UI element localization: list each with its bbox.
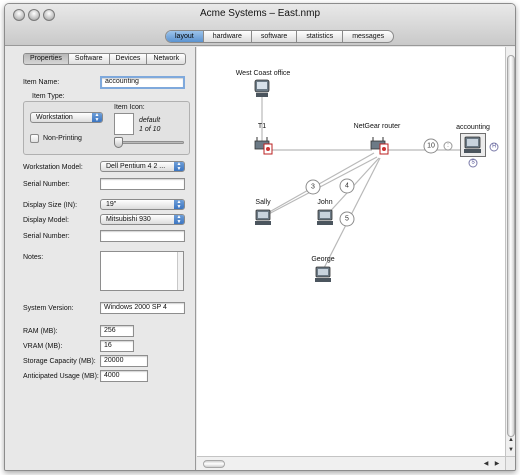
node-label-west-coast-office: West Coast office	[235, 70, 291, 77]
system-version-field[interactable]: Windows 2000 SP 4	[100, 302, 185, 314]
item-type-label: Item Type:	[32, 93, 65, 100]
window-title: Acme Systems – East.nmp	[199, 8, 321, 19]
workstation-model-popup[interactable]: Dell Pentium 4 2 ... ▲ ▼	[100, 161, 185, 172]
ram-field[interactable]: 256	[100, 325, 134, 337]
display-size-label: Display Size (IN):	[23, 202, 78, 209]
ram-label: RAM (MB):	[23, 328, 58, 335]
display-model-popup[interactable]: Mitsubishi 930 ▲ ▼	[100, 214, 185, 225]
display-serial-number-field[interactable]	[100, 230, 185, 242]
item-type-value: Workstation	[36, 114, 73, 121]
view-segmented-control: layout hardware software statistics mess…	[165, 30, 395, 43]
scroll-right-arrow-icon[interactable]: ▶	[492, 459, 502, 469]
link-badge-4[interactable]: 4	[339, 178, 355, 194]
workstation-icon	[464, 136, 481, 153]
display-size-popup[interactable]: 19" ▲ ▼	[100, 199, 185, 210]
notes-textarea[interactable]	[100, 251, 184, 291]
workstation-icon[interactable]	[316, 209, 334, 226]
link-badge-10[interactable]: 10	[423, 138, 439, 154]
inspector-tab-properties[interactable]: Properties	[24, 54, 69, 64]
workstation-model-label: Workstation Model:	[23, 164, 83, 171]
node-label-netgear-router: NetGear router	[353, 123, 401, 130]
item-icon-status: default	[139, 117, 161, 124]
non-printing-label: Non-Printing	[43, 135, 82, 142]
tab-messages[interactable]: messages	[343, 31, 393, 42]
icon-slider-knob[interactable]	[114, 137, 123, 148]
horizontal-scroll-thumb[interactable]	[203, 460, 225, 468]
router-icon[interactable]	[253, 135, 275, 155]
marker-h-icon[interactable]: H	[489, 142, 499, 152]
tab-statistics[interactable]: statistics	[297, 31, 344, 42]
popup-arrows-icon: ▲ ▼	[174, 200, 184, 209]
item-icon-well[interactable]	[114, 113, 134, 135]
workstation-model-value: Dell Pentium 4 2 ...	[106, 163, 166, 170]
vertical-scroll-thumb[interactable]	[507, 55, 515, 437]
node-label-john: John	[317, 199, 333, 206]
icon-slider-track[interactable]	[116, 141, 184, 144]
resize-grip-icon[interactable]	[505, 456, 515, 470]
display-size-value: 19"	[106, 201, 117, 208]
selected-node-frame[interactable]	[460, 133, 486, 157]
item-icon-count: 1 of 10	[139, 126, 161, 133]
item-name-field[interactable]: accounting	[100, 76, 185, 89]
node-label-accounting: accounting	[456, 124, 490, 131]
item-type-group: Workstation ▲ ▼ Item Icon: default 1 of 1…	[23, 101, 190, 155]
inspector-tab-devices[interactable]: Devices	[110, 54, 148, 64]
node-label-sally: Sally	[255, 199, 271, 206]
tab-layout[interactable]: layout	[166, 31, 204, 42]
system-version-label: System Version:	[23, 305, 74, 312]
storage-capacity-label: Storage Capacity (MB):	[23, 358, 96, 365]
inspector-tab-network[interactable]: Network	[147, 54, 185, 64]
display-model-value: Mitsubishi 930	[106, 216, 151, 223]
vertical-scrollbar[interactable]: ▲ ▼	[505, 47, 515, 456]
display-model-label: Display Model:	[23, 217, 69, 224]
anticipated-usage-field[interactable]: 4000	[100, 370, 148, 382]
workstation-icon[interactable]	[254, 209, 272, 226]
popup-arrows-icon: ▲ ▼	[92, 113, 102, 122]
scroll-up-arrow-icon[interactable]: ▲	[506, 435, 515, 445]
network-map-canvas[interactable]: West Coast office T1 NetGear router 10 :…	[197, 47, 505, 456]
marker-s-icon[interactable]: S	[468, 158, 478, 168]
scroll-left-arrow-icon[interactable]: ◀	[481, 459, 491, 469]
storage-capacity-field[interactable]: 20000	[100, 355, 148, 367]
router-icon[interactable]	[369, 135, 391, 155]
node-label-george: George	[311, 256, 335, 263]
inspector-tabs: Properties Software Devices Network	[23, 53, 187, 65]
item-type-popup[interactable]: Workstation ▲ ▼	[30, 112, 103, 123]
popup-arrows-icon: ▲ ▼	[174, 162, 184, 171]
notes-scrollbar[interactable]	[177, 252, 183, 290]
vram-field[interactable]: 16	[100, 340, 134, 352]
tab-hardware[interactable]: hardware	[204, 31, 252, 42]
inspector-tab-software[interactable]: Software	[69, 54, 110, 64]
horizontal-scrollbar[interactable]: ◀ ▶	[197, 456, 505, 470]
scroll-down-arrow-icon[interactable]: ▼	[506, 445, 515, 455]
node-label-t1: T1	[257, 123, 267, 130]
non-printing-checkbox[interactable]	[30, 134, 39, 143]
link-badge-5[interactable]: 5	[339, 211, 355, 227]
title-bar: Acme Systems – East.nmp layout hardware …	[5, 4, 515, 46]
serial-number-field[interactable]	[100, 178, 185, 190]
app-window: Acme Systems – East.nmp layout hardware …	[4, 3, 516, 471]
tab-software[interactable]: software	[252, 31, 298, 42]
item-name-label: Item Name:	[23, 79, 60, 86]
serial-number-label: Serial Number:	[23, 181, 70, 188]
vram-label: VRAM (MB):	[23, 343, 63, 350]
item-icon-label: Item Icon:	[114, 104, 145, 111]
notes-label: Notes:	[23, 254, 44, 261]
inspector-panel: Properties Software Devices Network Item…	[5, 47, 196, 470]
link-port-icon: ::	[443, 141, 453, 151]
popup-arrows-icon: ▲ ▼	[174, 215, 184, 224]
workstation-icon[interactable]	[314, 266, 332, 283]
link-lines	[261, 95, 462, 273]
server-icon[interactable]	[254, 79, 270, 99]
link-badge-3[interactable]: 3	[305, 179, 321, 195]
anticipated-usage-label: Anticipated Usage (MB):	[23, 373, 99, 380]
display-serial-number-label: Serial Number:	[23, 233, 70, 240]
